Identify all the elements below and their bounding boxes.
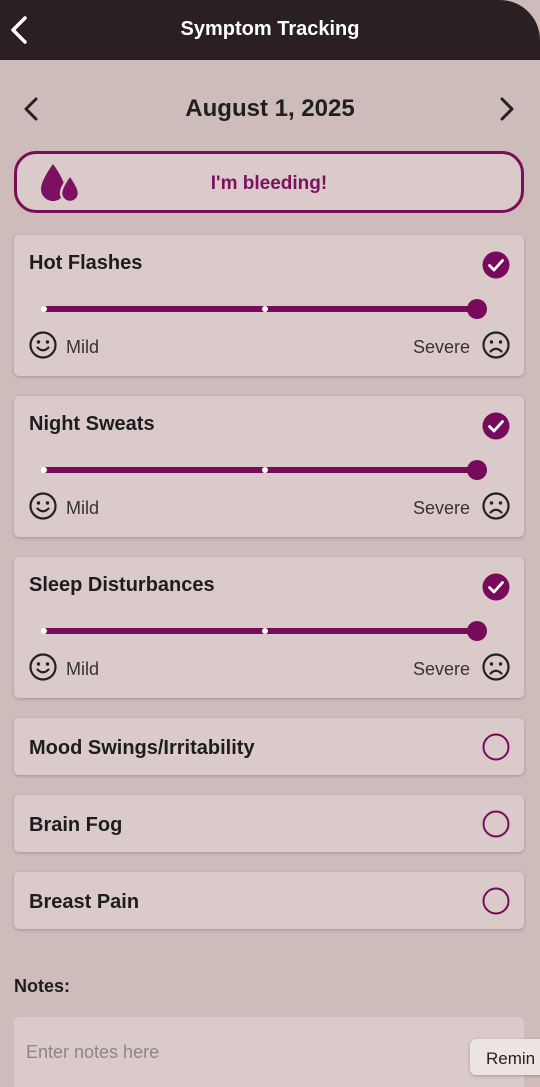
checked-circle-icon[interactable] (482, 412, 510, 440)
symptom-name: Sleep Disturbances (29, 574, 215, 596)
symptom-card-brain-fog[interactable]: Brain Fog (14, 795, 524, 852)
mild-label: Mild (66, 336, 100, 357)
slider-tick (262, 306, 268, 312)
slider-tick (41, 628, 47, 634)
severe-label: Severe (412, 497, 470, 518)
smiley-face-icon (28, 491, 58, 526)
severity-slider[interactable] (41, 298, 487, 320)
symptom-name: Night Sweats (29, 413, 155, 435)
slider-tick (262, 467, 268, 473)
smiley-face-icon (28, 330, 58, 365)
symptom-card-mood-swings[interactable]: Mood Swings/Irritability (14, 718, 524, 775)
bleeding-button-label: I'm bleeding! (210, 173, 328, 194)
unchecked-circle-icon[interactable] (482, 887, 510, 915)
mild-indicator: Mild (28, 652, 100, 687)
slider-tick (41, 306, 47, 312)
severity-slider[interactable] (41, 620, 487, 642)
checked-circle-icon[interactable] (482, 573, 510, 601)
symptom-name: Mood Swings/Irritability (29, 737, 255, 759)
smiley-face-icon (28, 652, 58, 687)
next-day-button[interactable] (492, 94, 522, 124)
severe-label: Severe (412, 336, 470, 357)
slider-thumb[interactable] (467, 299, 487, 319)
slider-tick (41, 467, 47, 473)
unchecked-circle-icon[interactable] (482, 810, 510, 838)
app-header: Symptom Tracking (0, 0, 540, 60)
current-date: August 1, 2025 (185, 95, 355, 122)
severe-indicator: Severe (412, 652, 511, 687)
symptom-name: Brain Fog (29, 814, 123, 836)
mild-indicator: Mild (28, 491, 100, 526)
symptom-name: Breast Pain (29, 891, 140, 913)
reminder-button[interactable]: Remin (470, 1039, 540, 1075)
symptom-name: Hot Flashes (29, 252, 143, 274)
notes-label: Notes: (14, 976, 71, 996)
slider-thumb[interactable] (467, 460, 487, 480)
symptom-card-breast-pain[interactable]: Breast Pain (14, 872, 524, 929)
symptom-card-night-sweats[interactable]: Night Sweats Mild Severe (14, 396, 524, 537)
mild-indicator: Mild (28, 330, 100, 365)
severe-label: Severe (412, 658, 470, 679)
slider-thumb[interactable] (467, 621, 487, 641)
page-title: Symptom Tracking (180, 18, 360, 40)
date-navigator: August 1, 2025 (0, 88, 540, 128)
frowning-face-icon (481, 330, 511, 365)
chevron-right-icon (500, 97, 514, 121)
checked-circle-icon[interactable] (482, 251, 510, 279)
mild-label: Mild (66, 658, 100, 679)
mild-label: Mild (66, 497, 100, 518)
symptom-card-sleep-disturbances[interactable]: Sleep Disturbances Mild Severe (14, 557, 524, 698)
frowning-face-icon (481, 652, 511, 687)
symptom-card-hot-flashes[interactable]: Hot Flashes Mild Severe (14, 235, 524, 376)
bleeding-button[interactable]: I'm bleeding! (14, 151, 524, 213)
severe-indicator: Severe (412, 330, 511, 365)
severity-slider[interactable] (41, 459, 487, 481)
slider-tick (262, 628, 268, 634)
notes-input[interactable] (14, 1017, 524, 1087)
unchecked-circle-icon[interactable] (482, 733, 510, 761)
frowning-face-icon (481, 491, 511, 526)
severe-indicator: Severe (412, 491, 511, 526)
